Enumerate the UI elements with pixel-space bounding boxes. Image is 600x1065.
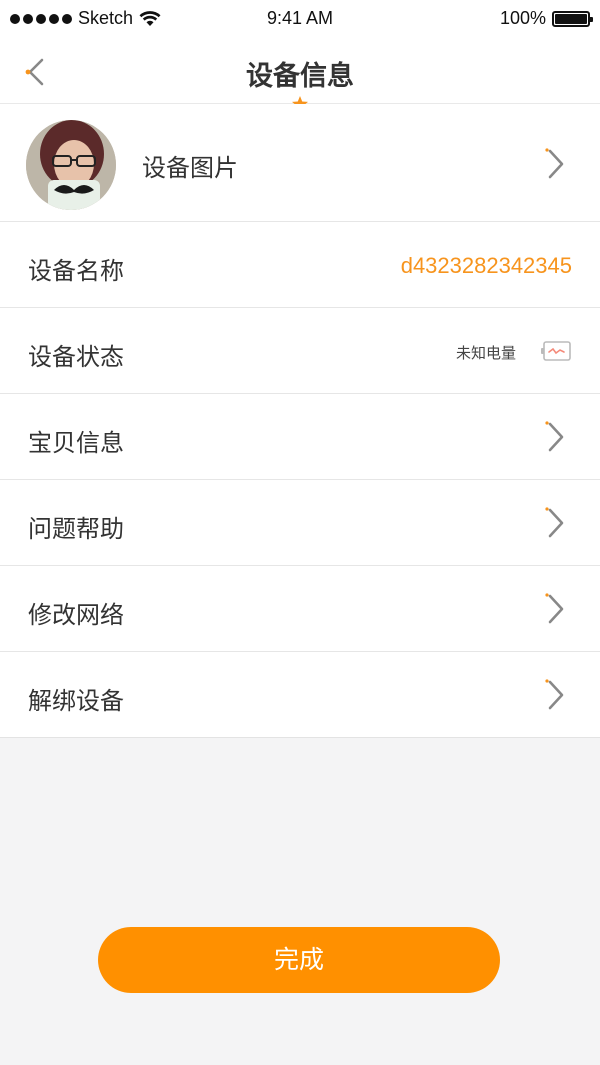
row-device-picture[interactable]: 设备图片	[0, 104, 600, 222]
row-baby-info[interactable]: 宝贝信息	[0, 394, 600, 480]
status-bar: Sketch 9:41 AM 100%	[0, 0, 600, 38]
row-change-network[interactable]: 修改网络	[0, 566, 600, 652]
battery-unknown-icon	[541, 341, 571, 361]
device-avatar	[26, 120, 116, 210]
row-label: 设备名称	[28, 257, 124, 285]
row-label: 设备图片	[142, 154, 238, 182]
row-label: 设备状态	[28, 343, 124, 371]
row-label: 解绑设备	[28, 687, 124, 715]
device-name-value: d4323282342345	[400, 253, 572, 278]
row-label: 修改网络	[28, 601, 124, 629]
row-unbind-device[interactable]: 解绑设备	[0, 652, 600, 738]
chevron-right-icon	[545, 679, 564, 710]
battery-status-note: 未知电量	[455, 344, 516, 362]
page-title: 设备信息	[246, 61, 354, 92]
nav-bar: 设备信息	[0, 38, 600, 112]
battery-percent: 100%	[499, 8, 546, 28]
row-device-status: 设备状态 未知电量	[0, 308, 600, 394]
row-device-name[interactable]: 设备名称 d4323282342345	[0, 222, 600, 308]
chevron-right-icon	[545, 421, 564, 452]
row-label: 问题帮助	[28, 515, 124, 543]
chevron-right-icon	[545, 593, 564, 624]
chevron-right-icon	[545, 507, 564, 538]
done-button[interactable]: 完成	[98, 927, 500, 993]
row-label: 宝贝信息	[28, 429, 124, 457]
row-help[interactable]: 问题帮助	[0, 480, 600, 566]
chevron-right-icon	[545, 148, 564, 179]
settings-list: 设备图片 设备名称 d4323282342345 设备状态 未知电量 宝贝信息 …	[0, 104, 600, 738]
status-right: 100%	[499, 8, 593, 29]
battery-icon	[552, 10, 593, 27]
